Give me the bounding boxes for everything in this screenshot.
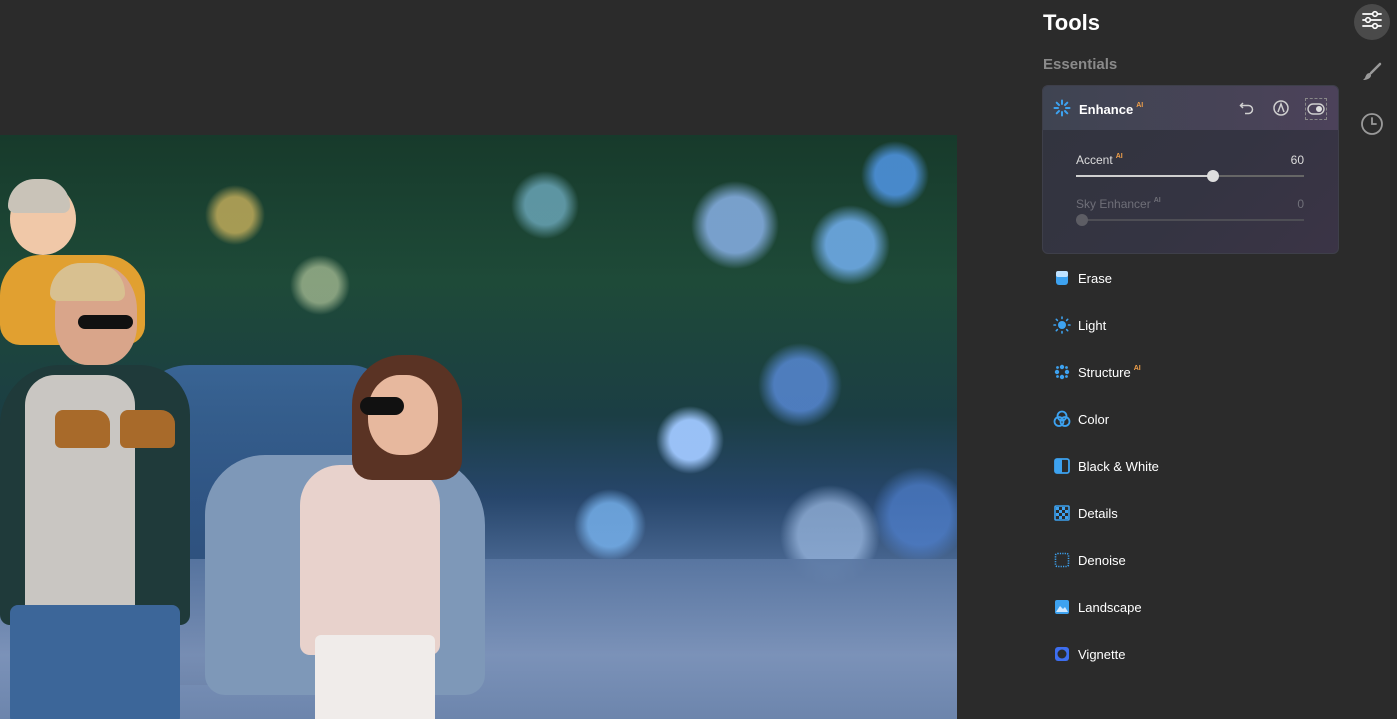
- sliders-icon: [1361, 10, 1383, 35]
- visibility-toggle-icon[interactable]: [1305, 98, 1327, 120]
- slider-track: [1076, 214, 1304, 226]
- slider-label: Sky Enhancer AI: [1076, 197, 1161, 211]
- tool-label: Color: [1078, 411, 1110, 427]
- tool-vignette[interactable]: Vignette: [1045, 640, 1335, 668]
- brush-icon: [1361, 61, 1383, 88]
- structure-icon: [1053, 363, 1071, 381]
- tool-label: Erase: [1078, 270, 1112, 286]
- sun-icon: [1053, 316, 1071, 334]
- checker-icon: [1053, 504, 1071, 522]
- tool-light[interactable]: Light: [1045, 311, 1335, 339]
- slider-value: 60: [1290, 153, 1304, 167]
- slider-fill: [1076, 175, 1213, 177]
- enhance-label: Enhance AI: [1079, 102, 1144, 117]
- brush-rail-button[interactable]: [1354, 56, 1390, 92]
- ai-badge: AI: [1133, 364, 1141, 372]
- slider-handle: [1076, 214, 1088, 226]
- enhance-header[interactable]: Enhance AI: [1043, 86, 1338, 130]
- clock-icon: [1360, 112, 1384, 141]
- photo-woman-top: [300, 465, 440, 655]
- tool-erase[interactable]: Erase: [1045, 264, 1335, 292]
- tool-black-white[interactable]: Black & White: [1045, 452, 1335, 480]
- tool-label: Landscape: [1078, 599, 1142, 615]
- landscape-icon: [1053, 598, 1071, 616]
- slider-track[interactable]: [1076, 170, 1304, 182]
- erase-icon: [1053, 269, 1071, 287]
- panel-title: Tools: [1043, 10, 1101, 35]
- color-circles-icon: [1053, 410, 1071, 428]
- ai-badge: AI: [1136, 102, 1144, 109]
- enhance-tool-card: Enhance AI Accent AI 60 Sky Enhancer AI 0: [1042, 85, 1339, 254]
- tool-label: Vignette: [1078, 646, 1126, 662]
- photo-child-boot: [55, 410, 110, 448]
- tools-rail-button[interactable]: [1354, 4, 1390, 40]
- half-square-icon: [1053, 457, 1071, 475]
- undo-icon[interactable]: [1237, 98, 1257, 118]
- slider-handle[interactable]: [1206, 170, 1219, 182]
- tool-label: Details: [1078, 505, 1118, 521]
- vignette-icon: [1053, 645, 1071, 663]
- photo-canvas[interactable]: [0, 135, 957, 719]
- tool-label: Black & White: [1078, 458, 1159, 474]
- sparkle-icon: [1053, 99, 1071, 117]
- photo-man-sunglasses: [78, 315, 133, 329]
- photo-woman-face: [368, 375, 438, 455]
- photo-child-headband: [8, 179, 70, 213]
- slider-value: 0: [1297, 197, 1304, 211]
- slider-label: Accent AI: [1076, 153, 1123, 167]
- tool-denoise[interactable]: Denoise: [1045, 546, 1335, 574]
- denoise-icon: [1053, 551, 1071, 569]
- section-label-essentials: Essentials: [1043, 56, 1118, 73]
- tool-color[interactable]: Color: [1045, 405, 1335, 433]
- mask-icon[interactable]: [1271, 98, 1291, 118]
- tool-label: Light: [1078, 317, 1107, 333]
- tool-structure[interactable]: Structure AI: [1045, 358, 1335, 386]
- photo-child-boot: [120, 410, 175, 448]
- photo-man-jeans: [10, 605, 180, 719]
- tool-label: Denoise: [1078, 552, 1126, 568]
- photo-woman-sunglasses: [360, 397, 404, 415]
- photo-woman-pants: [315, 635, 435, 719]
- history-rail-button[interactable]: [1354, 108, 1390, 144]
- tool-label: Structure AI: [1078, 364, 1141, 380]
- tool-landscape[interactable]: Landscape: [1045, 593, 1335, 621]
- tool-details[interactable]: Details: [1045, 499, 1335, 527]
